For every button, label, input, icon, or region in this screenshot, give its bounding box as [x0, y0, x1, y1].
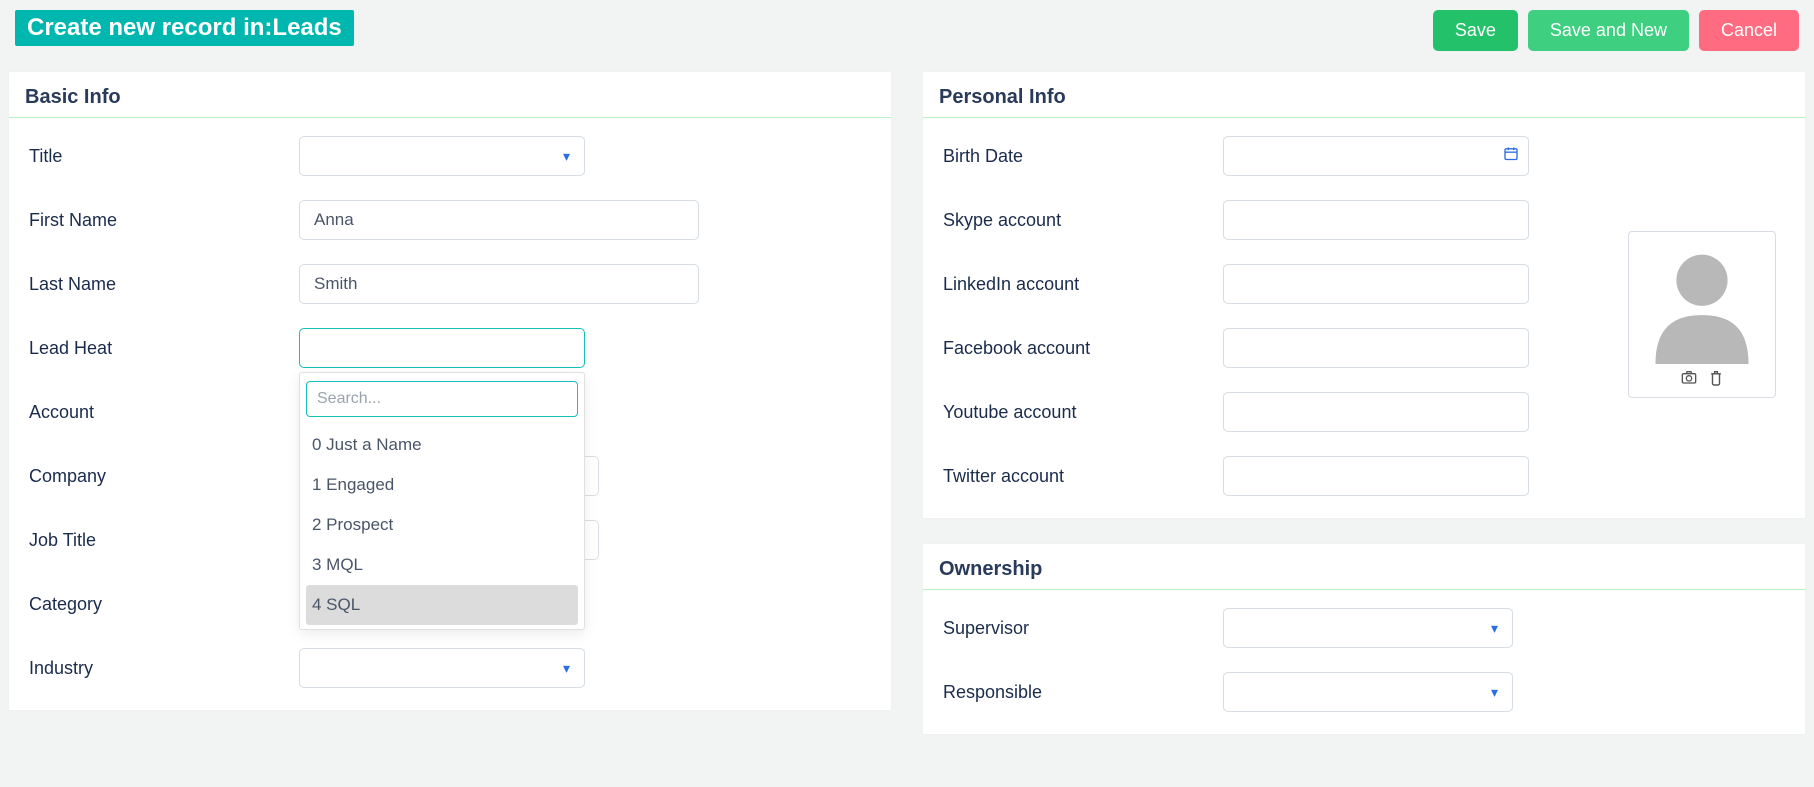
industry-select[interactable]: ▾	[299, 648, 585, 688]
save-button[interactable]: Save	[1433, 10, 1518, 51]
industry-label: Industry	[29, 658, 299, 679]
save-and-new-button[interactable]: Save and New	[1528, 10, 1689, 51]
account-label: Account	[29, 402, 299, 423]
twitter-label: Twitter account	[943, 466, 1223, 487]
ownership-title: Ownership	[923, 544, 1805, 590]
personal-info-title: Personal Info	[923, 72, 1805, 118]
linkedin-input[interactable]	[1223, 264, 1529, 304]
supervisor-select[interactable]: ▾	[1223, 608, 1513, 648]
ownership-panel: Ownership Supervisor ▾ Responsible	[922, 543, 1806, 735]
first-name-label: First Name	[29, 210, 299, 231]
chevron-down-icon: ▾	[563, 148, 570, 165]
company-label: Company	[29, 466, 299, 487]
lead-heat-label: Lead Heat	[29, 338, 299, 359]
avatar-placeholder	[1633, 236, 1771, 364]
facebook-label: Facebook account	[943, 338, 1223, 359]
lead-heat-select[interactable]	[299, 328, 585, 368]
facebook-input[interactable]	[1223, 328, 1529, 368]
responsible-select[interactable]: ▾	[1223, 672, 1513, 712]
birth-date-input[interactable]	[1223, 136, 1529, 176]
last-name-label: Last Name	[29, 274, 299, 295]
action-buttons: Save Save and New Cancel	[1433, 10, 1799, 51]
category-label: Category	[29, 594, 299, 615]
lead-heat-option[interactable]: 2 Prospect	[306, 505, 578, 545]
basic-info-title: Basic Info	[9, 72, 891, 118]
chevron-down-icon: ▾	[1491, 684, 1498, 701]
lead-heat-dropdown: 0 Just a Name1 Engaged2 Prospect3 MQL4 S…	[299, 372, 585, 630]
last-name-input[interactable]	[299, 264, 699, 304]
twitter-input[interactable]	[1223, 456, 1529, 496]
job-title-label: Job Title	[29, 530, 299, 551]
lead-heat-search-input[interactable]	[306, 381, 578, 417]
first-name-input[interactable]	[299, 200, 699, 240]
chevron-down-icon: ▾	[1491, 620, 1498, 637]
lead-heat-option[interactable]: 3 MQL	[306, 545, 578, 585]
cancel-button[interactable]: Cancel	[1699, 10, 1799, 51]
lead-heat-option[interactable]: 1 Engaged	[306, 465, 578, 505]
skype-label: Skype account	[943, 210, 1223, 231]
chevron-down-icon: ▾	[563, 660, 570, 677]
title-label: Title	[29, 146, 299, 167]
supervisor-label: Supervisor	[943, 618, 1223, 639]
lead-heat-option[interactable]: 4 SQL	[306, 585, 578, 625]
birth-date-label: Birth Date	[943, 146, 1223, 167]
youtube-label: Youtube account	[943, 402, 1223, 423]
skype-input[interactable]	[1223, 200, 1529, 240]
linkedin-label: LinkedIn account	[943, 274, 1223, 295]
calendar-icon[interactable]	[1503, 146, 1519, 167]
photo-card	[1628, 231, 1776, 398]
lead-heat-option[interactable]: 0 Just a Name	[306, 425, 578, 465]
youtube-input[interactable]	[1223, 392, 1529, 432]
page-title: Create new record in:Leads	[15, 10, 354, 46]
title-select[interactable]: ▾	[299, 136, 585, 176]
basic-info-panel: Basic Info Title ▾ First Name	[8, 71, 892, 711]
trash-icon[interactable]	[1709, 370, 1723, 391]
camera-icon[interactable]	[1681, 370, 1697, 391]
responsible-label: Responsible	[943, 682, 1223, 703]
